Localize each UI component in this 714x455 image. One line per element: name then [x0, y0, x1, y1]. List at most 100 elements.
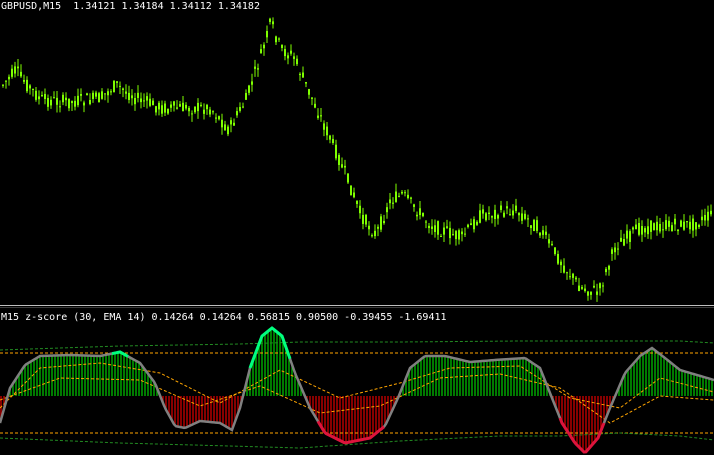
candle-body	[623, 238, 625, 246]
candle-body	[557, 254, 559, 264]
panel-divider[interactable]	[0, 305, 714, 306]
candle-body	[383, 220, 385, 224]
candle-body	[710, 210, 712, 215]
candle-body	[371, 235, 373, 237]
candle-body	[83, 102, 85, 106]
candle-body	[257, 68, 259, 70]
candle-body	[74, 100, 76, 107]
candle-body	[239, 106, 241, 111]
candle-body	[305, 81, 307, 84]
candle-body	[671, 225, 673, 232]
candle-body	[206, 104, 208, 110]
candle-body	[605, 268, 607, 273]
candle-body	[164, 103, 166, 113]
candle-body	[218, 116, 220, 120]
candle-body	[128, 92, 130, 100]
candle-body	[254, 66, 256, 69]
candle-body	[512, 210, 514, 216]
candle-body	[392, 202, 394, 204]
candle-body	[287, 55, 289, 59]
candle-body	[173, 101, 175, 106]
candle-body	[467, 224, 469, 228]
candle-body	[242, 106, 244, 108]
candle-body	[23, 79, 25, 82]
candle-body	[167, 108, 169, 114]
candle-body	[266, 31, 268, 38]
candle-body	[44, 93, 46, 100]
candle-body	[110, 91, 112, 93]
candle-body	[35, 90, 37, 100]
candle-body	[338, 155, 340, 165]
candle-body	[230, 120, 232, 125]
candle-body	[566, 272, 568, 274]
candle-body	[473, 219, 475, 230]
candle-body	[563, 265, 565, 273]
candle-body	[521, 213, 523, 221]
candle-body	[587, 291, 589, 296]
candle-body	[101, 91, 103, 99]
candle-body	[209, 109, 211, 115]
candle-body	[236, 111, 238, 116]
candle-body	[635, 224, 637, 230]
candle-body	[14, 66, 16, 74]
candle-body	[107, 91, 109, 96]
candle-body	[662, 229, 664, 231]
candle-body	[374, 230, 376, 237]
candle-body	[245, 93, 247, 100]
candle-body	[302, 72, 304, 78]
candle-body	[71, 101, 73, 104]
candle-body	[491, 216, 493, 218]
candle-body	[443, 227, 445, 235]
candle-body	[143, 100, 145, 102]
candle-body	[137, 92, 139, 98]
candle-body	[437, 221, 439, 235]
candle-body	[410, 197, 412, 199]
candle-body	[365, 214, 367, 225]
candle-body	[500, 205, 502, 210]
candle-body	[347, 173, 349, 183]
candle-body	[41, 94, 43, 97]
candle-body	[644, 228, 646, 233]
candle-body	[32, 89, 34, 91]
candle-body	[314, 103, 316, 108]
candle-body	[608, 265, 610, 270]
candle-body	[413, 204, 415, 207]
candle-body	[269, 18, 271, 22]
candle-body	[638, 223, 640, 235]
candle-body	[326, 126, 328, 136]
candle-body	[284, 49, 286, 57]
candle-body	[704, 214, 706, 221]
candle-body	[272, 21, 274, 25]
candle-body	[479, 210, 481, 223]
candle-body	[335, 144, 337, 159]
candle-body	[581, 287, 583, 289]
zscore-indicator-chart[interactable]	[0, 308, 714, 455]
candle-body	[233, 122, 235, 126]
candle-body	[296, 58, 298, 65]
candle-body	[152, 100, 154, 106]
candle-body	[221, 119, 223, 128]
candle-body	[122, 88, 124, 90]
candle-body	[359, 205, 361, 214]
candle-body	[350, 185, 352, 196]
price-chart[interactable]	[0, 0, 714, 305]
candle-body	[200, 104, 202, 106]
candle-body	[125, 91, 127, 94]
candle-body	[431, 226, 433, 229]
candle-body	[158, 102, 160, 110]
candle-body	[146, 96, 148, 101]
candle-body	[419, 208, 421, 216]
candle-body	[686, 221, 688, 223]
candle-body	[440, 236, 442, 238]
candle-body	[578, 285, 580, 292]
candle-body	[179, 104, 181, 107]
candle-body	[416, 214, 418, 217]
candle-body	[494, 209, 496, 220]
candle-body	[353, 192, 355, 198]
candle-body	[653, 223, 655, 231]
candle-body	[263, 44, 265, 49]
candle-body	[317, 115, 319, 118]
candlesticks	[2, 17, 712, 302]
candle-body	[641, 226, 643, 235]
candle-body	[425, 221, 427, 223]
